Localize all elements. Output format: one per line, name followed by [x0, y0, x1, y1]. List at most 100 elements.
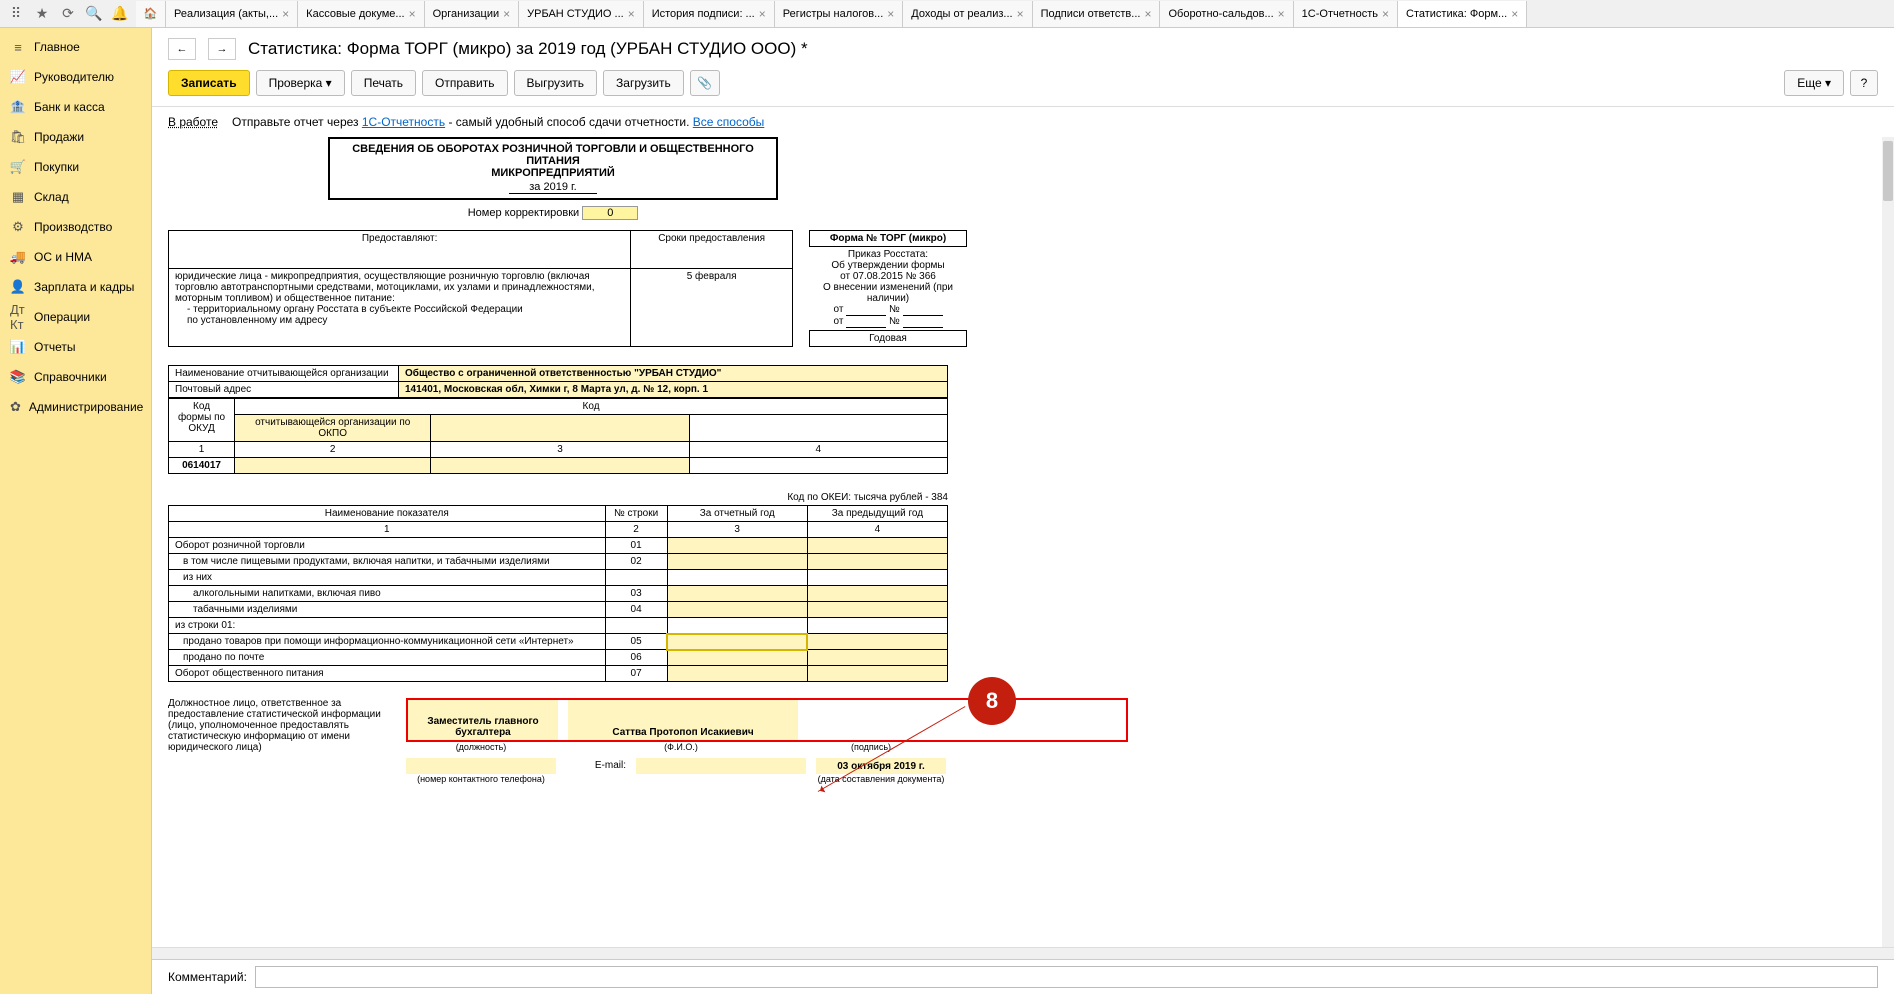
sidebar-item[interactable]: ⚙Производство — [0, 212, 151, 242]
tab[interactable]: УРБАН СТУДИО ...× — [519, 1, 644, 27]
sidebar-item[interactable]: 📊Отчеты — [0, 332, 151, 362]
vertical-scrollbar[interactable] — [1882, 137, 1894, 947]
sidebar-item[interactable]: ≡Главное — [0, 32, 151, 62]
star-icon[interactable]: ★ — [30, 2, 54, 26]
sidebar-item[interactable]: 👤Зарплата и кадры — [0, 272, 151, 302]
table-row: из них — [169, 570, 948, 586]
sidebar-label: Продажи — [34, 130, 84, 144]
data-cell-current[interactable] — [667, 586, 807, 602]
data-cell-current[interactable] — [667, 570, 807, 586]
sidebar-icon: ⚙ — [10, 219, 26, 235]
horizontal-scrollbar[interactable] — [152, 947, 1894, 959]
sidebar-item[interactable]: ▦Склад — [0, 182, 151, 212]
save-button[interactable]: Записать — [168, 70, 250, 96]
attach-button[interactable]: 📎 — [690, 70, 720, 96]
report-header-box: СВЕДЕНИЯ ОБ ОБОРОТАХ РОЗНИЧНОЙ ТОРГОВЛИ … — [328, 137, 778, 200]
table-row: Оборот розничной торговли01 — [169, 538, 948, 554]
tab[interactable]: Реализация (акты,...× — [166, 1, 298, 27]
home-tab[interactable]: 🏠 — [136, 1, 166, 27]
data-cell-current[interactable] — [667, 538, 807, 554]
close-icon[interactable]: × — [1382, 7, 1389, 21]
data-cell-prev[interactable] — [807, 570, 947, 586]
sidebar-icon: ▦ — [10, 189, 26, 205]
tab[interactable]: Организации× — [425, 1, 520, 27]
data-cell-current[interactable] — [667, 666, 807, 682]
print-button[interactable]: Печать — [351, 70, 416, 96]
data-cell-current[interactable] — [667, 634, 807, 650]
send-button[interactable]: Отправить — [422, 70, 508, 96]
close-icon[interactable]: × — [887, 7, 894, 21]
data-cell-current[interactable] — [667, 602, 807, 618]
tab[interactable]: Оборотно-сальдов...× — [1160, 1, 1293, 27]
close-icon[interactable]: × — [1144, 7, 1151, 21]
tab[interactable]: Статистика: Форм...× — [1398, 1, 1527, 27]
comment-label: Комментарий: — [168, 970, 247, 984]
sidebar-icon: 🛒 — [10, 159, 26, 175]
data-cell-prev[interactable] — [807, 602, 947, 618]
sidebar-item[interactable]: Дт КтОперации — [0, 302, 151, 332]
data-cell-prev[interactable] — [807, 554, 947, 570]
data-cell-prev[interactable] — [807, 618, 947, 634]
data-cell-current[interactable] — [667, 554, 807, 570]
close-icon[interactable]: × — [282, 7, 289, 21]
export-button[interactable]: Выгрузить — [514, 70, 598, 96]
close-icon[interactable]: × — [1017, 7, 1024, 21]
sidebar-item[interactable]: 🚚ОС и НМА — [0, 242, 151, 272]
forward-button[interactable]: → — [208, 38, 236, 60]
tab[interactable]: Кассовые докуме...× — [298, 1, 424, 27]
position-field[interactable]: Заместитель главного бухгалтера — [408, 700, 558, 740]
check-button[interactable]: Проверка ▾ — [256, 70, 345, 96]
correction-row: Номер корректировки 0 — [328, 206, 778, 220]
sidebar-label: Руководителю — [34, 70, 114, 84]
sidebar-item[interactable]: 📈 Руководителю — [0, 62, 151, 92]
sidebar-icon: 📈 — [10, 69, 26, 85]
sidebar-label: Покупки — [34, 160, 79, 174]
bell-icon[interactable]: 🔔 — [108, 2, 132, 26]
tab[interactable]: История подписи: ...× — [644, 1, 775, 27]
close-icon[interactable]: × — [759, 7, 766, 21]
sidebar-label: Банк и касса — [34, 100, 105, 114]
tab[interactable]: Подписи ответств...× — [1033, 1, 1161, 27]
page-title: Статистика: Форма ТОРГ (микро) за 2019 г… — [248, 39, 808, 59]
tab[interactable]: Доходы от реализ...× — [903, 1, 1032, 27]
data-table: Наименование показателя№ строкиЗа отчетн… — [168, 505, 948, 682]
history-icon[interactable]: ⟳ — [56, 2, 80, 26]
tab[interactable]: 1С-Отчетность× — [1294, 1, 1398, 27]
form-info-table: Форма № ТОРГ (микро) Приказ Росстата: Об… — [809, 230, 967, 347]
tab[interactable]: Регистры налогов...× — [775, 1, 904, 27]
search-icon[interactable]: 🔍 — [82, 2, 106, 26]
link-all[interactable]: Все способы — [693, 115, 765, 129]
sidebar-item[interactable]: 🛒 Покупки — [0, 152, 151, 182]
data-cell-current[interactable] — [667, 618, 807, 634]
data-cell-prev[interactable] — [807, 538, 947, 554]
fio-field[interactable]: Саттва Протопоп Исакиевич — [568, 700, 798, 740]
sidebar-item[interactable]: 📚Справочники — [0, 362, 151, 392]
email-field[interactable] — [636, 758, 806, 774]
data-cell-prev[interactable] — [807, 650, 947, 666]
data-cell-prev[interactable] — [807, 634, 947, 650]
help-button[interactable]: ? — [1850, 70, 1878, 96]
phone-field[interactable] — [406, 758, 556, 774]
sidebar-item[interactable]: ✿Администрирование — [0, 392, 151, 422]
close-icon[interactable]: × — [628, 7, 635, 21]
close-icon[interactable]: × — [503, 7, 510, 21]
date-field[interactable]: 03 октября 2019 г. — [816, 758, 946, 774]
status-label[interactable]: В работе — [168, 115, 218, 129]
import-button[interactable]: Загрузить — [603, 70, 684, 96]
codes-table: Код формы по ОКУДКод отчитывающейся орга… — [168, 398, 948, 474]
apps-icon[interactable]: ⠿ — [4, 2, 28, 26]
data-cell-prev[interactable] — [807, 586, 947, 602]
sidebar-icon: 🏦 — [10, 99, 26, 115]
data-cell-current[interactable] — [667, 650, 807, 666]
correction-input[interactable]: 0 — [582, 206, 638, 220]
data-cell-prev[interactable] — [807, 666, 947, 682]
close-icon[interactable]: × — [409, 7, 416, 21]
close-icon[interactable]: × — [1278, 7, 1285, 21]
link-1c[interactable]: 1С-Отчетность — [362, 115, 445, 129]
sidebar-item[interactable]: 🛍Продажи — [0, 122, 151, 152]
sidebar-item[interactable]: 🏦 Банк и касса — [0, 92, 151, 122]
back-button[interactable]: ← — [168, 38, 196, 60]
comment-input[interactable] — [255, 966, 1878, 988]
close-icon[interactable]: × — [1511, 7, 1518, 21]
more-button[interactable]: Еще ▾ — [1784, 70, 1844, 96]
